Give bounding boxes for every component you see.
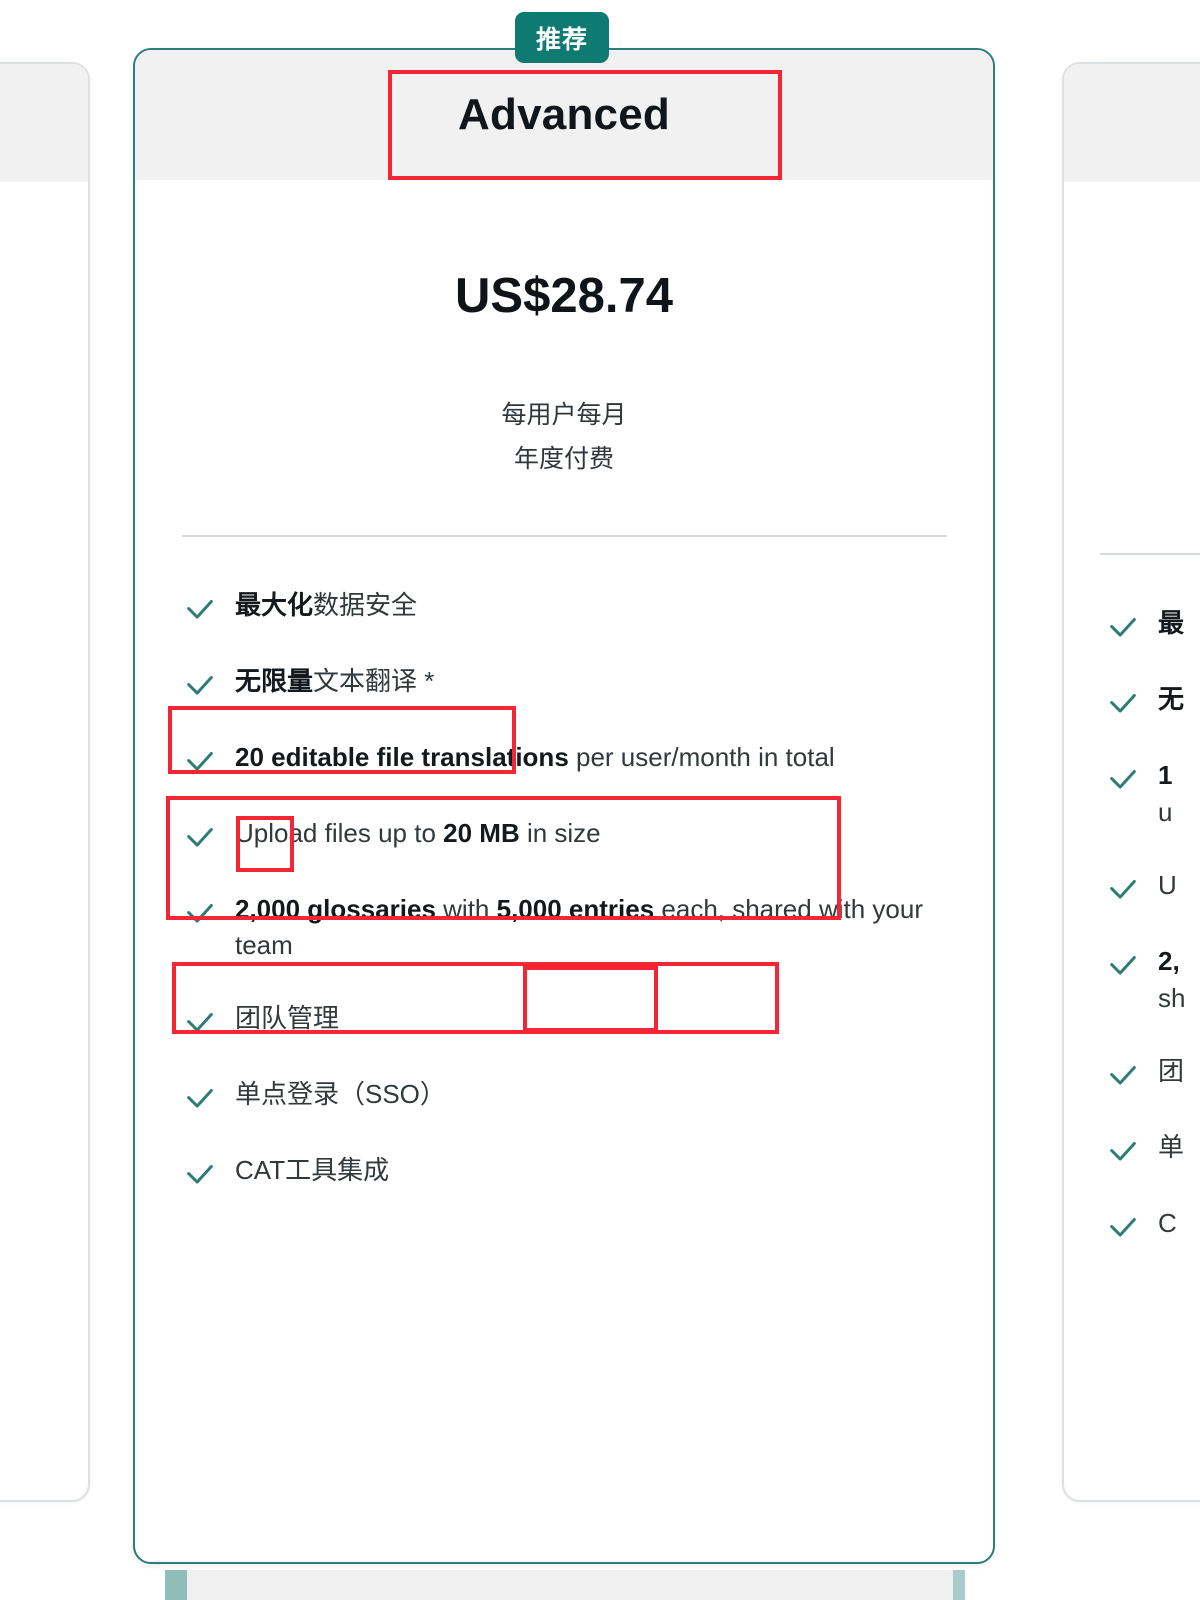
feature-text: 1u bbox=[1158, 757, 1172, 831]
feature-bold: 最大化 bbox=[235, 589, 314, 620]
list-item: 无 bbox=[1106, 681, 1200, 721]
section-divider-right bbox=[1100, 553, 1200, 555]
feature-bold: 2, bbox=[1158, 945, 1180, 976]
pricing-card-left-clipped[interactable] bbox=[0, 62, 90, 1502]
list-item: 2, sh bbox=[1106, 943, 1200, 1017]
feature-text: 最大化数据安全 bbox=[235, 587, 417, 624]
feature-mid: with bbox=[435, 893, 497, 924]
feature-text: C bbox=[1158, 1207, 1177, 1238]
check-icon bbox=[183, 1158, 217, 1192]
list-item: 无限量文本翻译 * bbox=[183, 663, 973, 703]
pricing-cards-screen: Advanced US$28.74 每用户每月 年度付费 最大化数据安全 无限量… bbox=[0, 0, 1200, 1600]
list-item: C bbox=[1106, 1205, 1200, 1245]
feature-rest: 文本翻译 * bbox=[313, 665, 435, 696]
list-item: 单点登录（SSO） bbox=[183, 1076, 973, 1116]
feature-text: 团队管理 bbox=[235, 1003, 340, 1034]
feature-text: 单点登录（SSO） bbox=[235, 1079, 446, 1110]
price-note-line2: 年度付费 bbox=[513, 444, 614, 473]
check-icon bbox=[1106, 1211, 1140, 1245]
check-icon bbox=[1106, 1135, 1140, 1169]
feature-bold: 无限量 bbox=[235, 665, 314, 696]
list-item: Upload files up to 20 MB in size bbox=[183, 815, 973, 855]
list-item: 团 bbox=[1106, 1053, 1200, 1093]
check-icon bbox=[1106, 1059, 1140, 1093]
section-divider bbox=[181, 534, 947, 537]
check-icon bbox=[183, 745, 217, 779]
feature-lead: Upload files up to bbox=[235, 817, 444, 848]
feature-list-right: 最 无 1u U 2, sh 团 单 C bbox=[1064, 605, 1200, 1245]
feature-text: U bbox=[1158, 869, 1177, 900]
feature-rest: u bbox=[1158, 796, 1173, 827]
list-item: 最 bbox=[1106, 605, 1200, 645]
list-item: U bbox=[1106, 867, 1200, 907]
list-item: 团队管理 bbox=[183, 1000, 973, 1040]
check-icon bbox=[1106, 687, 1140, 721]
feature-bold: 20 MB bbox=[443, 817, 520, 848]
list-item: CAT工具集成 bbox=[183, 1152, 973, 1192]
list-item: 最大化数据安全 bbox=[183, 587, 973, 627]
feature-bold: 2,000 glossaries bbox=[235, 893, 436, 924]
feature-text: 团 bbox=[1158, 1055, 1185, 1086]
check-icon bbox=[183, 897, 217, 931]
feature-list: 最大化数据安全 无限量文本翻译 * 20 editable file trans… bbox=[135, 587, 993, 1193]
feature-text: 无 bbox=[1158, 681, 1184, 718]
check-icon bbox=[183, 1006, 217, 1040]
price-note: 每用户每月 年度付费 bbox=[135, 394, 993, 482]
card-header-left bbox=[0, 64, 88, 182]
feature-bold: 最 bbox=[1158, 608, 1185, 638]
plan-title: Advanced bbox=[458, 90, 670, 139]
check-icon bbox=[183, 593, 217, 627]
feature-text: 最 bbox=[1158, 605, 1184, 642]
price-block: US$28.74 每用户每月 年度付费 bbox=[135, 180, 993, 482]
list-item: 20 editable file translations per user/m… bbox=[183, 739, 973, 779]
check-icon bbox=[183, 1082, 217, 1116]
feature-text: 单 bbox=[1158, 1131, 1185, 1162]
feature-rest: 数据安全 bbox=[313, 589, 418, 620]
card-header-advanced: Advanced bbox=[135, 50, 993, 180]
check-icon bbox=[1106, 873, 1140, 907]
check-icon bbox=[183, 669, 217, 703]
price-note-line1: 每用户每月 bbox=[501, 401, 627, 429]
check-icon bbox=[183, 821, 217, 855]
recommended-badge-label: 推荐 bbox=[535, 25, 588, 54]
check-icon bbox=[1106, 611, 1140, 645]
feature-text: 2, sh bbox=[1158, 943, 1185, 1017]
list-item: 2,000 glossaries with 5,000 entries each… bbox=[183, 891, 973, 965]
feature-rest: sh bbox=[1158, 982, 1186, 1013]
feature-rest: in size bbox=[519, 817, 601, 848]
feature-text: 无限量文本翻译 * bbox=[235, 663, 434, 700]
feature-bold: 20 editable file translations bbox=[235, 741, 569, 772]
plan-price: US$28.74 bbox=[455, 269, 673, 323]
check-icon bbox=[1106, 949, 1140, 983]
pricing-card-right-clipped[interactable]: 最 无 1u U 2, sh 团 单 C bbox=[1062, 62, 1200, 1502]
card-header-right bbox=[1064, 64, 1200, 182]
feature-text: 20 editable file translations per user/m… bbox=[235, 739, 835, 776]
feature-text: CAT工具集成 bbox=[235, 1155, 390, 1186]
feature-bold-2: 5,000 entries bbox=[496, 893, 655, 924]
feature-text: 2,000 glossaries with 5,000 entries each… bbox=[235, 891, 945, 965]
feature-text: Upload files up to 20 MB in size bbox=[235, 815, 601, 852]
feature-bold: 1 bbox=[1158, 760, 1173, 790]
list-item: 1u bbox=[1106, 757, 1200, 831]
list-item: 单 bbox=[1106, 1129, 1200, 1169]
feature-bold: 无 bbox=[1158, 684, 1185, 714]
recommended-badge: 推荐 bbox=[515, 12, 609, 63]
check-icon bbox=[1106, 763, 1140, 797]
feature-rest: per user/month in total bbox=[568, 741, 835, 772]
pricing-card-advanced[interactable]: Advanced US$28.74 每用户每月 年度付费 最大化数据安全 无限量… bbox=[133, 48, 995, 1564]
footer-panel-fragment bbox=[165, 1570, 965, 1600]
